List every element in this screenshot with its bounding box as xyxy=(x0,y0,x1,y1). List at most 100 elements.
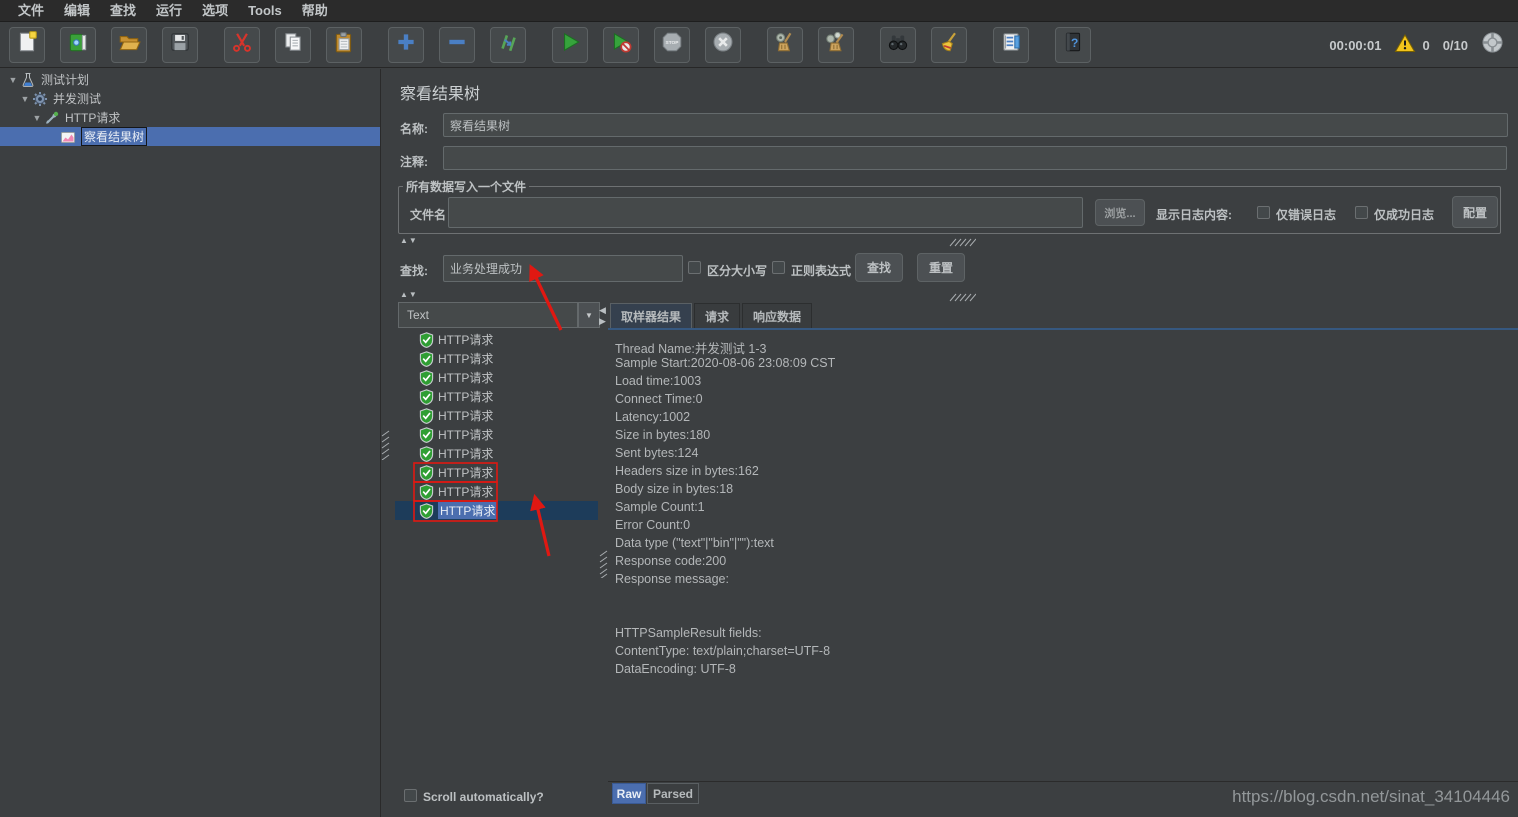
menu-file[interactable]: 文件 xyxy=(8,0,54,22)
new-plan-button[interactable] xyxy=(9,27,45,63)
save-button[interactable] xyxy=(162,27,198,63)
case-sensitive-label: 区分大小写 xyxy=(707,262,767,279)
elapsed-timer: 00:00:01 xyxy=(1329,38,1381,53)
shutdown-button[interactable] xyxy=(705,27,741,63)
start-no-pauses-button[interactable] xyxy=(603,27,639,63)
tab-response-data[interactable]: 响应数据 xyxy=(742,303,812,328)
help-button[interactable]: ? xyxy=(1055,27,1091,63)
clear-button[interactable] xyxy=(767,27,803,63)
menu-run[interactable]: 运行 xyxy=(146,0,192,22)
tree-item-test-plan[interactable]: ▼ 测试计划 xyxy=(0,70,380,89)
success-shield-icon xyxy=(419,351,438,367)
menu-options[interactable]: 选项 xyxy=(192,0,238,22)
clear-search-button[interactable] xyxy=(931,27,967,63)
lower-splitter-handle[interactable] xyxy=(599,550,608,583)
reset-button[interactable]: 重置 xyxy=(917,253,965,282)
new-file-icon xyxy=(15,30,39,59)
menu-edit[interactable]: 编辑 xyxy=(54,0,100,22)
result-item-http-request[interactable]: HTTP请求 xyxy=(395,425,598,444)
test-plan-icon xyxy=(20,72,37,88)
stop-button[interactable]: STOP xyxy=(654,27,690,63)
renderer-dropdown-arrow[interactable]: ▼ xyxy=(578,302,600,328)
result-item-label: HTTP请求 xyxy=(438,369,493,386)
scroll-automatically-checkbox[interactable] xyxy=(404,789,417,802)
log-error-indicator[interactable]: 0 xyxy=(1394,33,1429,58)
filename-input[interactable] xyxy=(448,197,1083,228)
result-item-label: HTTP请求 xyxy=(438,388,493,405)
svg-text:STOP: STOP xyxy=(666,40,680,46)
chevron-down-icon[interactable]: ▼ xyxy=(6,75,20,85)
watermark: https://blog.csdn.net/sinat_34104446 xyxy=(1232,787,1510,807)
open-button[interactable] xyxy=(111,27,147,63)
success-shield-icon xyxy=(419,408,438,424)
templates-icon xyxy=(66,30,90,59)
paste-button[interactable] xyxy=(326,27,362,63)
errors-only-checkbox[interactable] xyxy=(1257,206,1270,219)
configure-button[interactable]: 配置 xyxy=(1452,196,1498,228)
splitter-collapse-arrows[interactable]: ▲▼ xyxy=(400,290,418,299)
result-item-http-request[interactable]: HTTP请求 xyxy=(395,463,598,482)
result-item-http-request[interactable]: HTTP请求 xyxy=(395,387,598,406)
tab-request[interactable]: 请求 xyxy=(694,303,740,328)
zoom-out-button[interactable] xyxy=(439,27,475,63)
success-shield-icon xyxy=(419,465,438,481)
result-item-label: HTTP请求 xyxy=(438,483,493,500)
threads-globe-icon xyxy=(1481,31,1504,59)
clear-all-broom-icon xyxy=(824,30,848,59)
start-button[interactable] xyxy=(552,27,588,63)
zoom-in-button[interactable] xyxy=(388,27,424,63)
tab-sampler-result[interactable]: 取样器结果 xyxy=(610,303,692,328)
chevron-down-icon[interactable]: ▼ xyxy=(18,94,32,104)
menu-tools[interactable]: Tools xyxy=(238,0,292,22)
result-item-http-request[interactable]: HTTP请求 xyxy=(395,482,598,501)
result-item-http-request[interactable]: HTTP请求 xyxy=(395,330,598,349)
sampler-result-text: Thread Name:并发测试 1-3 Sample Start:2020-0… xyxy=(608,330,1518,781)
tree-item-thread-group[interactable]: ▼ 并发测试 xyxy=(0,89,380,108)
toggle-button[interactable] xyxy=(490,27,526,63)
result-item-http-request-selected[interactable]: HTTP请求 xyxy=(395,501,598,520)
warning-count: 0 xyxy=(1422,38,1429,53)
function-helper-icon xyxy=(999,30,1023,59)
splitter-collapse-arrows[interactable]: ▲▼ xyxy=(400,236,418,245)
tab-parsed[interactable]: Parsed xyxy=(647,783,699,804)
thread-counter: 0/10 xyxy=(1443,38,1468,53)
cut-button[interactable] xyxy=(224,27,260,63)
renderer-select[interactable]: Text xyxy=(398,302,578,328)
chevron-down-icon[interactable]: ▼ xyxy=(30,113,44,123)
regex-checkbox[interactable] xyxy=(772,261,785,274)
function-helper-button[interactable] xyxy=(993,27,1029,63)
comment-label: 注释: xyxy=(400,153,428,170)
tree-item-http-request[interactable]: ▼ HTTP请求 xyxy=(0,108,380,127)
success-only-checkbox[interactable] xyxy=(1355,206,1368,219)
tree-item-label: 察看结果树 xyxy=(81,127,147,146)
name-input[interactable] xyxy=(443,113,1508,137)
result-item-http-request[interactable]: HTTP请求 xyxy=(395,444,598,463)
search-input[interactable] xyxy=(443,255,683,282)
success-shield-icon xyxy=(419,484,438,500)
lower-splitter-arrows[interactable]: ◀▶ xyxy=(599,305,607,327)
tab-raw[interactable]: Raw xyxy=(612,783,646,804)
find-button[interactable]: 查找 xyxy=(855,253,903,282)
comment-input[interactable] xyxy=(443,146,1507,170)
search-button[interactable] xyxy=(880,27,916,63)
tree-item-results-tree[interactable]: 察看结果树 xyxy=(0,127,380,146)
paste-icon xyxy=(332,30,356,59)
menu-search[interactable]: 查找 xyxy=(100,0,146,22)
clear-all-button[interactable] xyxy=(818,27,854,63)
search-label: 查找: xyxy=(400,262,428,279)
splitter-b-handle[interactable] xyxy=(948,289,976,307)
splitter-a-handle[interactable] xyxy=(948,234,976,252)
display-log-label: 显示日志内容: xyxy=(1156,206,1232,223)
success-shield-icon xyxy=(419,389,438,405)
tree-splitter-handle[interactable] xyxy=(381,430,390,460)
result-item-http-request[interactable]: HTTP请求 xyxy=(395,349,598,368)
help-icon: ? xyxy=(1061,30,1085,59)
result-item-http-request[interactable]: HTTP请求 xyxy=(395,368,598,387)
copy-button[interactable] xyxy=(275,27,311,63)
result-item-http-request[interactable]: HTTP请求 xyxy=(395,406,598,425)
templates-button[interactable] xyxy=(60,27,96,63)
scroll-automatically-label: Scroll automatically? xyxy=(423,790,544,804)
case-sensitive-checkbox[interactable] xyxy=(688,261,701,274)
menu-help[interactable]: 帮助 xyxy=(292,0,338,22)
browse-button[interactable]: 浏览... xyxy=(1095,199,1145,226)
